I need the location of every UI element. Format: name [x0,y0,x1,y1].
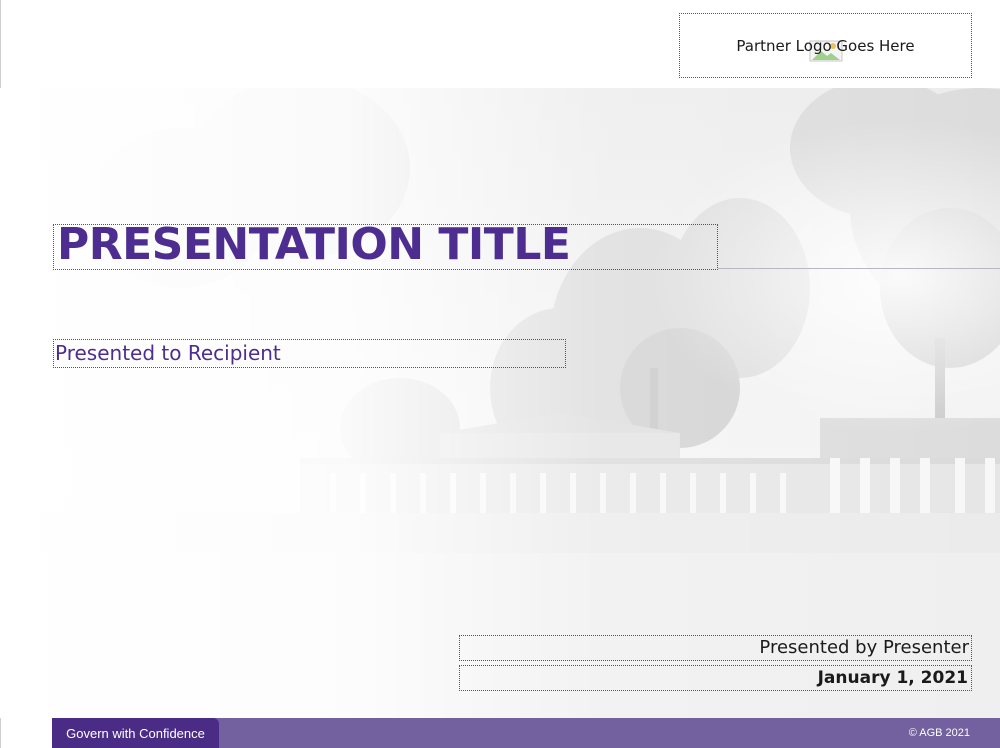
date-textbox[interactable]: January 1, 2021 [459,665,972,691]
presenter-text: Presented by Presenter [759,637,969,658]
recipient-textbox[interactable]: Presented to Recipient [53,339,566,368]
background-campus-photo [0,88,1000,718]
title-divider-line [718,268,1000,269]
date-text: January 1, 2021 [817,668,968,688]
footer-tagline: Govern with Confidence [66,725,205,741]
footer-copyright: © AGB 2021 [908,727,970,739]
partner-logo-placeholder[interactable]: Partner Logo Goes Here [679,13,972,78]
recipient-text: Presented to Recipient [55,341,281,365]
partner-logo-text: Partner Logo Goes Here [736,36,915,55]
footer-tagline-tab: Govern with Confidence [52,718,219,748]
presentation-title: PRESENTATION TITLE [57,219,571,270]
title-slide: Partner Logo Goes Here PRESENTATION TITL… [0,0,1000,748]
presenter-textbox[interactable]: Presented by Presenter [459,635,972,661]
title-textbox[interactable]: PRESENTATION TITLE [53,219,718,270]
